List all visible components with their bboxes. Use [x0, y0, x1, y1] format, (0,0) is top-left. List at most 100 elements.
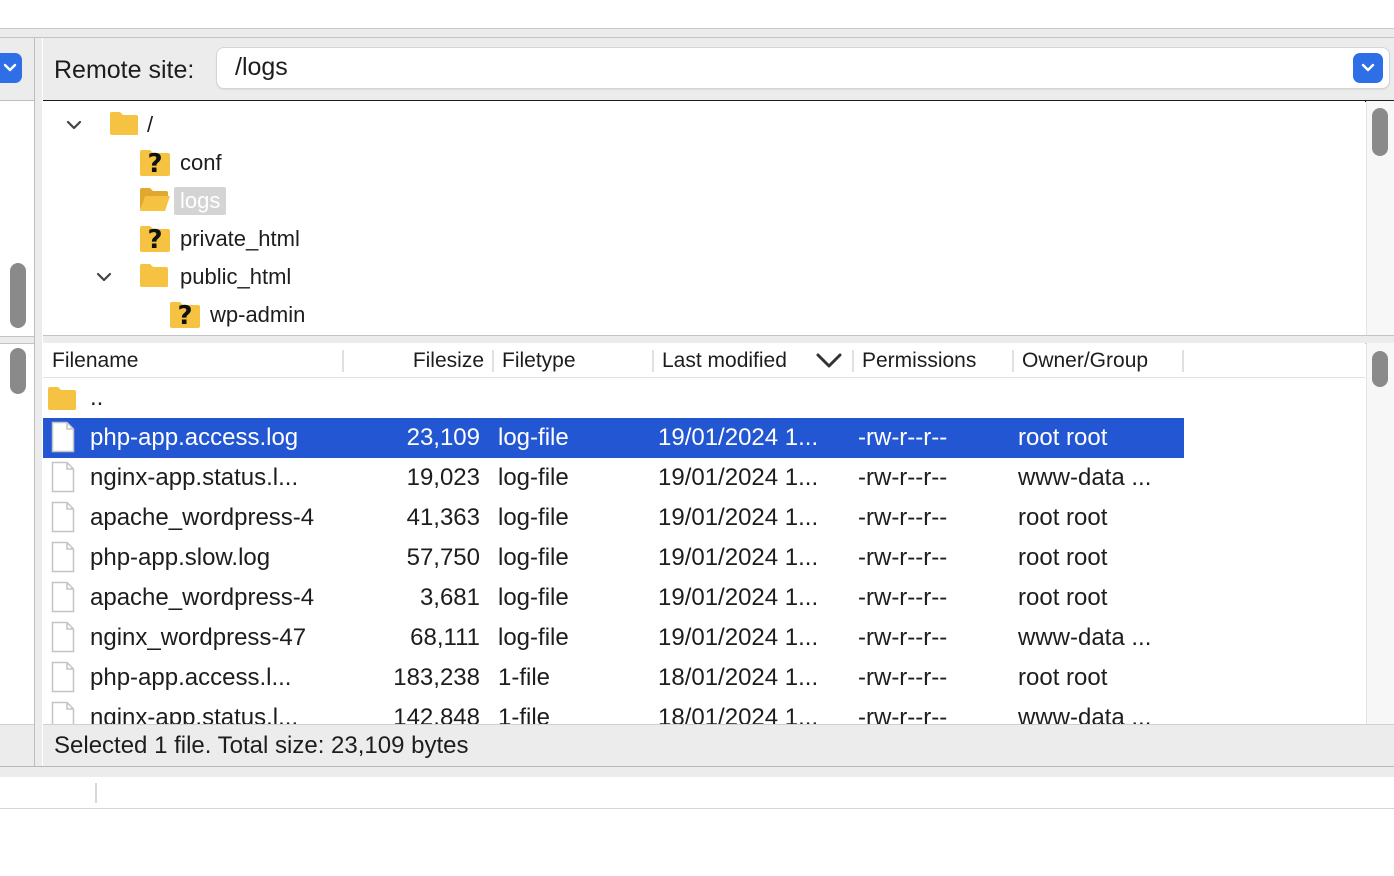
- file-permissions: -rw-r--r--: [858, 504, 948, 531]
- local-list-scrollbar[interactable]: [10, 348, 26, 394]
- file-icon: [51, 461, 75, 493]
- file-size: 23,109: [406, 424, 480, 451]
- file-list-scrollbar-thumb[interactable]: [1372, 351, 1388, 387]
- file-size: 3,681: [419, 584, 480, 611]
- tree-item-root[interactable]: /: [43, 107, 643, 143]
- unknown-folder-icon: ?: [170, 301, 200, 330]
- file-modified: 18/01/2024 1...: [658, 704, 819, 724]
- table-row[interactable]: php-app.slow.log 57,750 log-file 19/01/2024…: [43, 538, 1184, 578]
- file-permissions: -rw-r--r--: [858, 584, 948, 611]
- file-size: 68,111: [410, 624, 480, 651]
- tree-item-label: /: [147, 112, 154, 137]
- remote-site-path[interactable]: /logs: [235, 53, 288, 82]
- file-owner-group: root root: [1018, 544, 1108, 571]
- local-pane: [0, 38, 35, 767]
- column-header-filetype[interactable]: Filetype: [502, 349, 576, 373]
- folder-open-icon: [140, 188, 170, 211]
- column-separator: [95, 783, 97, 803]
- table-row[interactable]: php-app.access.log 23,109 log-file 19/01/20…: [43, 418, 1184, 458]
- file-type: 1-file: [498, 664, 551, 691]
- pane-divider[interactable]: [35, 38, 42, 766]
- file-permissions: -rw-r--r--: [858, 624, 948, 651]
- column-separator[interactable]: [652, 350, 654, 372]
- file-icon: [51, 541, 75, 573]
- tree-item-conf[interactable]: ? conf: [43, 145, 643, 181]
- list-item-parent[interactable]: ..: [43, 378, 1184, 418]
- column-separator[interactable]: [342, 350, 344, 372]
- tree-item-logs[interactable]: logs: [43, 183, 643, 219]
- file-icon: [51, 621, 75, 653]
- file-name: nginx-app.status.l...: [90, 704, 299, 724]
- file-permissions: -rw-r--r--: [858, 664, 948, 691]
- file-list: .. php-app.access.log 23,109 log-file 19/01…: [43, 378, 1365, 724]
- file-type: log-file: [498, 624, 569, 651]
- file-type: log-file: [498, 424, 569, 451]
- file-type: log-file: [498, 464, 569, 491]
- column-header-filename[interactable]: Filename: [52, 349, 138, 373]
- remote-site-bar: Remote site: /logs: [43, 38, 1394, 102]
- file-modified: 19/01/2024 1...: [658, 504, 819, 531]
- tree-item-label: wp-admin: [210, 302, 306, 327]
- svg-text:?: ?: [177, 301, 192, 330]
- local-tree-scrollbar[interactable]: [10, 263, 26, 328]
- table-row[interactable]: nginx_wordpress-47 68,111 log-file 19/01/20…: [43, 618, 1184, 658]
- table-row[interactable]: nginx-app.status.l... 19,023 log-file 19/01…: [43, 458, 1184, 498]
- file-owner-group: root root: [1018, 424, 1108, 451]
- file-type: log-file: [498, 584, 569, 611]
- file-owner-group: www-data ...: [1018, 704, 1152, 724]
- file-name: ..: [90, 384, 104, 411]
- file-owner-group: root root: [1018, 504, 1108, 531]
- file-permissions: -rw-r--r--: [858, 424, 948, 451]
- file-name: php-app.slow.log: [90, 544, 271, 571]
- column-separator[interactable]: [1182, 350, 1184, 372]
- table-row[interactable]: php-app.access.l... 183,238 1-file 18/01/20…: [43, 658, 1184, 698]
- chevron-down-icon[interactable]: [815, 352, 843, 370]
- tree-item-public-html[interactable]: public_html: [43, 259, 643, 295]
- file-modified: 19/01/2024 1...: [658, 544, 819, 571]
- file-type: log-file: [498, 544, 569, 571]
- folder-icon: [110, 112, 138, 135]
- file-icon: [51, 501, 75, 533]
- unknown-folder-icon: ?: [140, 149, 170, 178]
- file-list-header: Filename Filesize Filetype Last modified…: [43, 343, 1365, 378]
- column-separator[interactable]: [492, 350, 494, 372]
- tree-item-wp-admin[interactable]: ? wp-admin: [43, 297, 643, 333]
- table-row[interactable]: apache_wordpress-4 41,363 log-file 19/01/20…: [43, 498, 1184, 538]
- column-header-owner-group[interactable]: Owner/Group: [1022, 349, 1148, 373]
- chevron-down-icon[interactable]: [65, 119, 83, 131]
- tree-item-label: private_html: [180, 226, 300, 251]
- remote-site-path-combobox[interactable]: /logs: [216, 47, 1390, 89]
- file-size: 41,363: [406, 504, 480, 531]
- table-row[interactable]: apache_wordpress-4 3,681 log-file 19/01/202…: [43, 578, 1184, 618]
- file-size: 19,023: [406, 464, 480, 491]
- remote-site-label: Remote site:: [54, 56, 195, 84]
- column-separator[interactable]: [1012, 350, 1014, 372]
- local-status-bar: [0, 724, 34, 767]
- file-icon: [51, 701, 75, 724]
- column-separator[interactable]: [852, 350, 854, 372]
- tree-scrollbar-thumb[interactable]: [1372, 108, 1388, 156]
- toolbar-strip: [0, 0, 1394, 29]
- file-size: 183,238: [393, 664, 480, 691]
- column-header-filesize[interactable]: Filesize: [348, 349, 484, 373]
- local-pane-splitter[interactable]: [0, 336, 34, 344]
- transfer-queue-strip: [0, 777, 1394, 809]
- remote-site-dropdown-button[interactable]: [1353, 53, 1383, 83]
- file-name: apache_wordpress-4: [90, 504, 315, 531]
- tree-scrollbar[interactable]: [1366, 101, 1394, 335]
- chevron-down-icon: [3, 63, 17, 72]
- column-header-last-modified[interactable]: Last modified: [662, 349, 787, 373]
- svg-text:?: ?: [147, 225, 162, 254]
- file-name: php-app.access.l...: [90, 664, 292, 691]
- file-name: apache_wordpress-4: [90, 584, 315, 611]
- folder-icon: [140, 264, 168, 287]
- file-permissions: -rw-r--r--: [858, 704, 948, 724]
- tree-item-label: public_html: [180, 264, 292, 289]
- column-header-permissions[interactable]: Permissions: [862, 349, 976, 373]
- table-row[interactable]: nginx-app.status.l... 142,848 1-file 18/01/…: [43, 698, 1184, 724]
- local-site-dropdown-button[interactable]: [0, 53, 22, 83]
- chevron-down-icon: [1361, 63, 1375, 72]
- tree-item-private-html[interactable]: ? private_html: [43, 221, 643, 257]
- file-list-scrollbar[interactable]: [1366, 343, 1394, 724]
- chevron-down-icon[interactable]: [95, 271, 113, 283]
